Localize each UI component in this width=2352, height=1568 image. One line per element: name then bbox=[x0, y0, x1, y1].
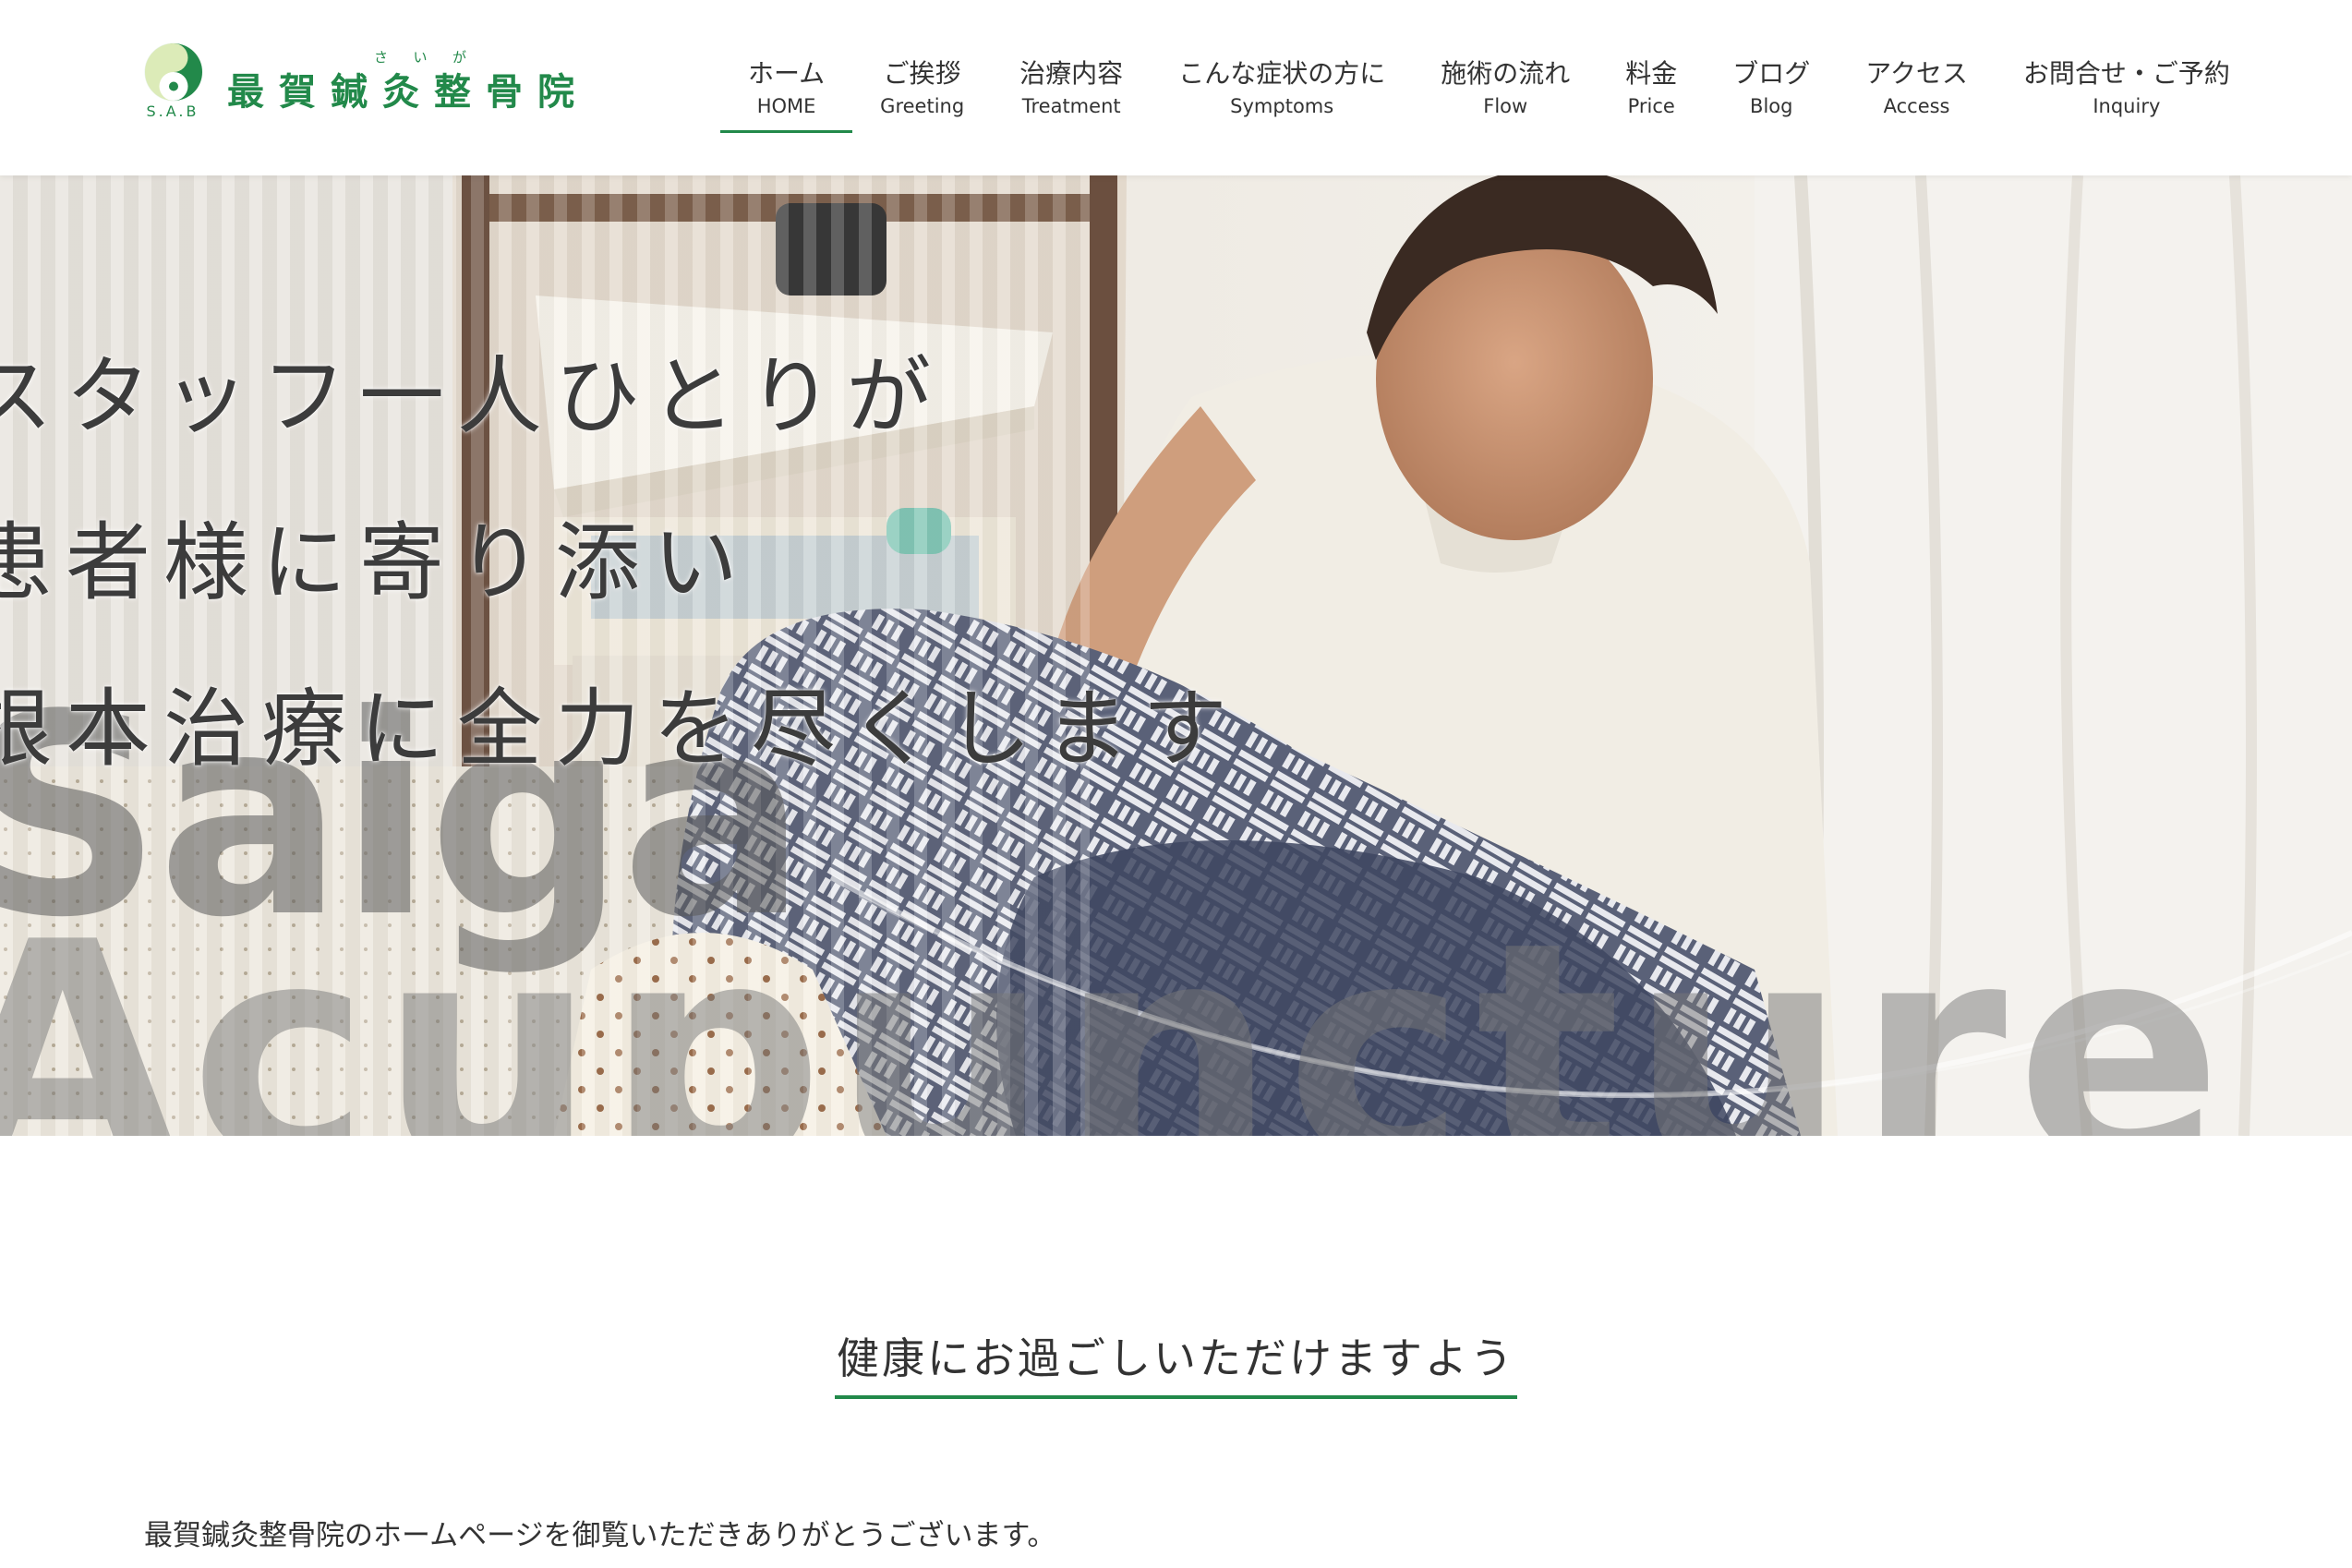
hero-catchcopy-line: 患者様に寄り添い bbox=[0, 513, 752, 612]
nav-label-en: Flow bbox=[1483, 95, 1528, 117]
nav-label-ja: ホーム bbox=[748, 58, 826, 89]
hero-catchcopy: スタッフ一人ひとりが 患者様に寄り添い 根本治療に全力を尽くします bbox=[0, 314, 1240, 813]
nav-label-ja: 治療内容 bbox=[1019, 58, 1124, 89]
nav-item-treatment[interactable]: 治療内容 Treatment bbox=[992, 46, 1151, 131]
greeting-text: 最賀鍼灸整骨院のホームページを御覧いただきありがとうございます。 bbox=[144, 1519, 1056, 1552]
nav-item-home[interactable]: ホーム HOME bbox=[720, 46, 853, 133]
logo-mark-icon bbox=[144, 42, 203, 102]
nav-item-greeting[interactable]: ご挨拶 Greeting bbox=[852, 46, 992, 131]
nav-label-en: Symptoms bbox=[1230, 95, 1334, 117]
greeting-title: 健康にお過ごしいただけますよう bbox=[835, 1325, 1517, 1399]
logo-abbreviation: S.A.B bbox=[146, 103, 199, 120]
nav-item-blog[interactable]: ブログ Blog bbox=[1705, 46, 1838, 131]
nav-label-ja: 料金 bbox=[1625, 58, 1678, 89]
global-nav: ホーム HOME ご挨拶 Greeting 治療内容 Treatment こんな… bbox=[720, 46, 2258, 142]
nav-label-en: HOME bbox=[756, 95, 816, 117]
nav-label-ja: アクセス bbox=[1865, 58, 1968, 89]
site-logo[interactable]: S.A.B さ い が 最賀鍼灸整骨院 bbox=[140, 42, 639, 134]
hero-section: Saiga Acupuncture スタッフ一人ひとりが 患者様に寄り添い 根本… bbox=[0, 175, 2352, 1136]
nav-label-en: Greeting bbox=[880, 95, 965, 117]
logo-clinic-name: 最賀鍼灸整骨院 bbox=[227, 70, 589, 114]
nav-label-ja: お問合せ・ご予約 bbox=[2022, 58, 2230, 89]
nav-label-en: Inquiry bbox=[2093, 95, 2161, 117]
nav-label-en: Treatment bbox=[1021, 95, 1121, 117]
nav-label-ja: ブログ bbox=[1732, 58, 1811, 89]
greeting-title-wrap: 健康にお過ごしいただけますよう bbox=[0, 1325, 2352, 1399]
nav-label-ja: こんな症状の方に bbox=[1178, 58, 1386, 89]
nav-item-flow[interactable]: 施術の流れ Flow bbox=[1413, 46, 1598, 131]
nav-item-price[interactable]: 料金 Price bbox=[1598, 46, 1705, 131]
hero-catchcopy-line: 根本治療に全力を尽くします bbox=[0, 680, 1241, 778]
nav-item-symptoms[interactable]: こんな症状の方に Symptoms bbox=[1151, 46, 1413, 131]
nav-item-access[interactable]: アクセス Access bbox=[1838, 46, 1996, 131]
nav-label-en: Access bbox=[1883, 95, 1950, 117]
nav-item-inquiry[interactable]: お問合せ・ご予約 Inquiry bbox=[1996, 46, 2258, 131]
nav-label-ja: ご挨拶 bbox=[883, 58, 961, 89]
nav-label-en: Price bbox=[1627, 95, 1675, 117]
site-header: S.A.B さ い が 最賀鍼灸整骨院 ホーム HOME ご挨拶 Greetin… bbox=[0, 0, 2352, 175]
hero-background-text: Acupuncture bbox=[0, 877, 2232, 1136]
nav-label-en: Blog bbox=[1750, 95, 1793, 117]
nav-label-ja: 施術の流れ bbox=[1441, 58, 1571, 89]
hero-catchcopy-line: スタッフ一人ひとりが bbox=[0, 347, 945, 446]
